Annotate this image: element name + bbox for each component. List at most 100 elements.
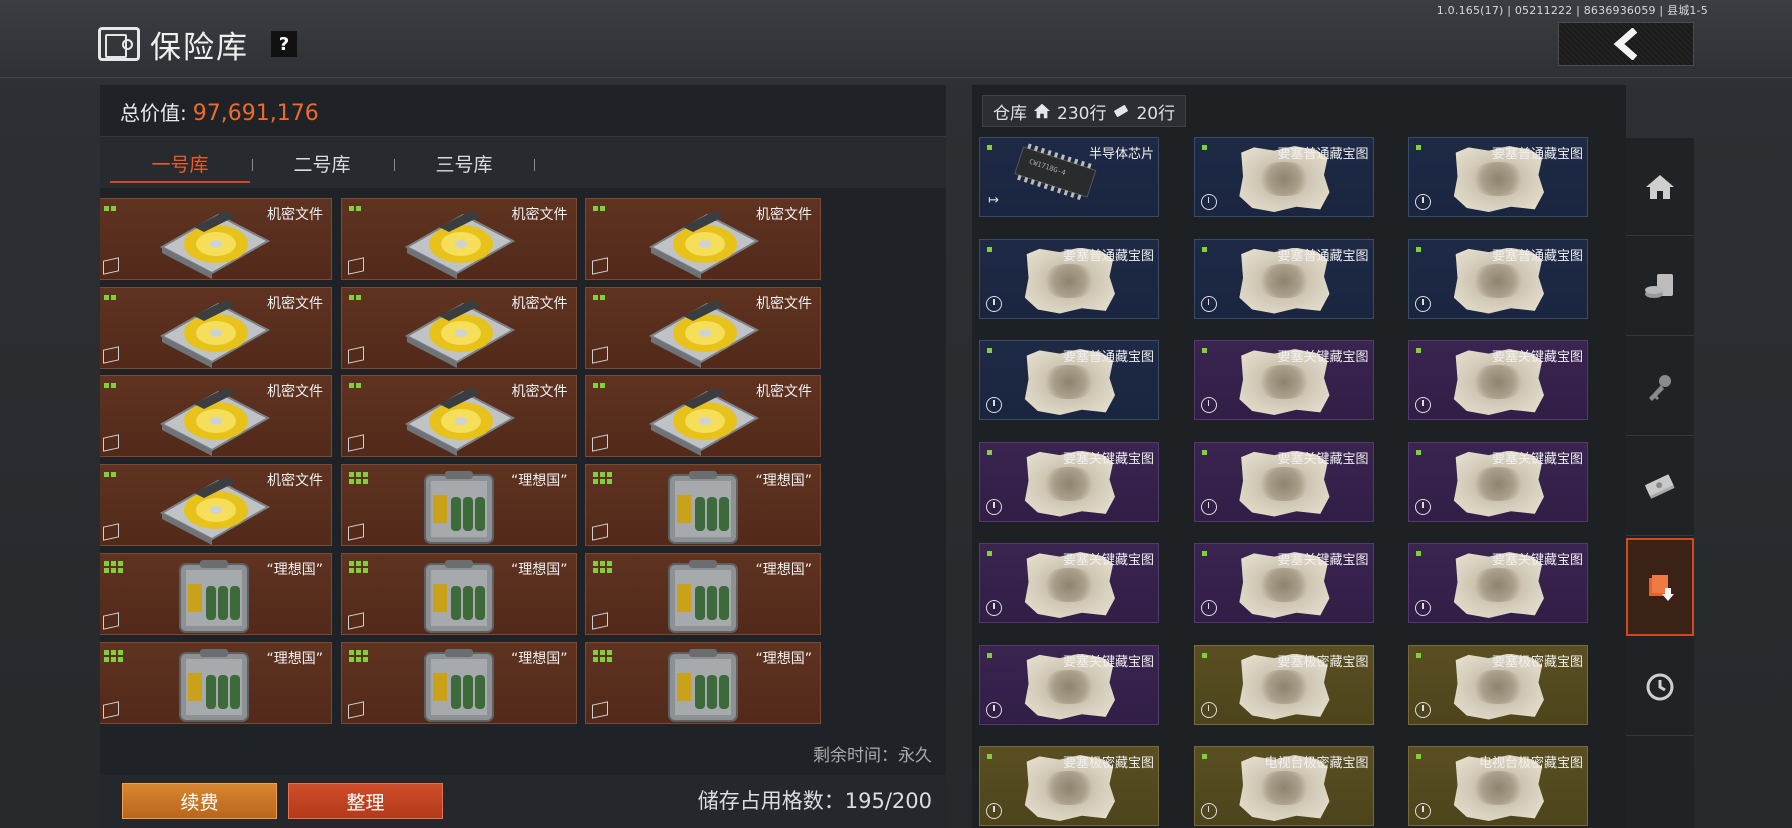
clock-icon xyxy=(1415,194,1431,210)
vault-item-slot[interactable]: “理想国” xyxy=(340,464,577,547)
item-label: 要塞关键藏宝图 xyxy=(1062,654,1154,670)
vault-item-slot[interactable]: 机密文件 xyxy=(100,375,332,460)
item-art xyxy=(154,384,274,460)
warehouse-item-slot[interactable]: 要塞关键藏宝图 xyxy=(979,441,1159,522)
tab-vault-2[interactable]: 二号库 xyxy=(252,137,392,189)
safe-icon xyxy=(98,27,140,61)
warehouse-item-slot[interactable]: 要塞极密藏宝图 xyxy=(979,746,1159,826)
warehouse-home-rows: 230行 xyxy=(1057,103,1107,124)
vault-item-slot[interactable]: “理想国” xyxy=(100,641,332,724)
total-value-label: 总价值: xyxy=(120,101,187,125)
box-icon xyxy=(103,434,119,453)
warehouse-item-slot[interactable]: 要塞普通藏宝图 xyxy=(1193,238,1374,319)
warehouse-item-slot[interactable]: 要塞关键藏宝图 xyxy=(1408,543,1588,623)
vault-item-slot[interactable]: “理想国” xyxy=(340,552,577,635)
item-label: 要塞普通藏宝图 xyxy=(1277,248,1369,264)
vault-item-slot[interactable]: “理想国” xyxy=(100,552,332,635)
sort-button[interactable]: 整理 xyxy=(288,783,443,819)
tab-vault-1[interactable]: 一号库 xyxy=(110,137,250,189)
warehouse-item-slot[interactable]: 要塞普通藏宝图 xyxy=(1193,137,1374,217)
item-size-indicator xyxy=(1416,145,1421,150)
cash-icon xyxy=(1645,474,1675,499)
box-icon xyxy=(103,345,119,364)
item-size-indicator xyxy=(104,383,116,389)
item-size-indicator xyxy=(593,649,612,662)
item-label: “理想国” xyxy=(266,561,323,578)
vault-item-slot[interactable]: 机密文件 xyxy=(340,286,577,372)
vault-item-slot[interactable]: 机密文件 xyxy=(340,198,577,283)
remaining-time: 剩余时间：永久 xyxy=(813,746,932,766)
item-size-indicator xyxy=(987,246,992,252)
vault-item-slot[interactable]: 机密文件 xyxy=(100,464,332,547)
back-button[interactable] xyxy=(1558,22,1694,66)
warehouse-item-slot[interactable]: 要塞关键藏宝图 xyxy=(1408,340,1588,420)
item-size-indicator xyxy=(1201,145,1207,150)
nav-exchange[interactable] xyxy=(1626,238,1694,336)
item-art xyxy=(421,647,497,729)
item-label: 要塞关键藏宝图 xyxy=(1277,451,1369,467)
vault-item-slot[interactable]: 机密文件 xyxy=(585,286,821,369)
warehouse-item-slot[interactable]: 要塞普通藏宝图 xyxy=(1408,238,1588,319)
warehouse-item-slot[interactable]: 要塞极密藏宝图 xyxy=(1193,644,1374,725)
warehouse-item-slot[interactable]: 要塞普通藏宝图 xyxy=(979,238,1159,319)
item-label: 要塞关键藏宝图 xyxy=(1062,553,1154,568)
item-label: 机密文件 xyxy=(511,207,568,223)
renew-button[interactable]: 续费 xyxy=(122,783,277,819)
item-label: “理想国” xyxy=(755,650,812,667)
clock-icon xyxy=(1415,295,1431,312)
vault-item-slot[interactable]: “理想国” xyxy=(585,641,821,724)
nav-keys[interactable] xyxy=(1626,338,1694,436)
warehouse-item-slot[interactable]: 要塞普通藏宝图 xyxy=(979,340,1159,420)
clock-icon xyxy=(1415,701,1431,718)
tab-vault-3[interactable]: 三号库 xyxy=(394,137,534,189)
item-art xyxy=(399,296,519,372)
item-size-indicator xyxy=(593,294,605,300)
item-size-indicator xyxy=(1416,246,1421,252)
warehouse-item-slot[interactable]: 要塞关键藏宝图 xyxy=(979,644,1159,725)
vault-item-slot[interactable]: 机密文件 xyxy=(340,375,577,460)
item-size-indicator xyxy=(348,560,368,573)
warehouse-item-slot[interactable]: 要塞极密藏宝图 xyxy=(1408,644,1588,725)
item-label: 机密文件 xyxy=(511,384,568,401)
nav-home[interactable] xyxy=(1626,138,1694,236)
item-art xyxy=(665,469,741,551)
item-label: 要塞关键藏宝图 xyxy=(1277,553,1369,568)
item-size-indicator xyxy=(1201,754,1207,759)
clock-icon xyxy=(986,701,1002,718)
warehouse-item-slot[interactable]: 要塞关键藏宝图 xyxy=(979,543,1159,623)
vault-item-slot[interactable]: “理想国” xyxy=(340,641,577,724)
item-size-indicator xyxy=(348,472,368,485)
help-button[interactable]: ? xyxy=(271,31,297,57)
warehouse-item-slot[interactable]: 电视台极密藏宝图 xyxy=(1408,746,1588,826)
box-icon xyxy=(347,523,364,541)
nav-cash[interactable] xyxy=(1626,438,1694,536)
item-label: 电视台极密藏宝图 xyxy=(1478,756,1583,771)
vault-footer: 续费 整理 储存占用格数：195/200 xyxy=(100,775,946,828)
warehouse-item-slot[interactable]: 要塞普通藏宝图 xyxy=(1408,137,1588,217)
warehouse-item-slot[interactable]: 要塞关键藏宝图 xyxy=(1193,441,1374,522)
item-label: “理想国” xyxy=(510,473,568,490)
warehouse-item-slot[interactable]: 要塞关键藏宝图 xyxy=(1193,543,1374,623)
item-size-indicator xyxy=(1416,652,1421,658)
item-label: 半导体芯片 xyxy=(1088,147,1154,162)
item-label: 机密文件 xyxy=(756,295,812,312)
vault-item-slot[interactable]: “理想国” xyxy=(585,464,821,547)
warehouse-header: 仓库 230行 20行 xyxy=(982,95,1187,127)
nav-history[interactable] xyxy=(1626,638,1694,736)
vault-item-slot[interactable]: 机密文件 xyxy=(100,198,332,280)
item-art xyxy=(176,647,252,729)
warehouse-item-slot[interactable]: 电视台极密藏宝图 xyxy=(1193,746,1374,826)
vault-item-slot[interactable]: “理想国” xyxy=(585,552,821,635)
item-art xyxy=(399,207,519,283)
item-art xyxy=(399,384,519,460)
vault-item-slot[interactable]: 机密文件 xyxy=(585,198,821,280)
warehouse-item-slot[interactable]: CW1718G-4 半导体芯片 ↦ xyxy=(979,137,1159,217)
item-label: “理想国” xyxy=(755,561,812,578)
item-art xyxy=(176,558,252,640)
vault-item-slot[interactable]: 机密文件 xyxy=(100,286,332,369)
warehouse-item-slot[interactable]: 要塞关键藏宝图 xyxy=(1193,340,1374,420)
clock-icon xyxy=(1200,803,1217,819)
warehouse-item-slot[interactable]: 要塞关键藏宝图 xyxy=(1408,441,1588,522)
nav-vault[interactable] xyxy=(1626,538,1694,636)
vault-item-slot[interactable]: 机密文件 xyxy=(585,375,821,458)
